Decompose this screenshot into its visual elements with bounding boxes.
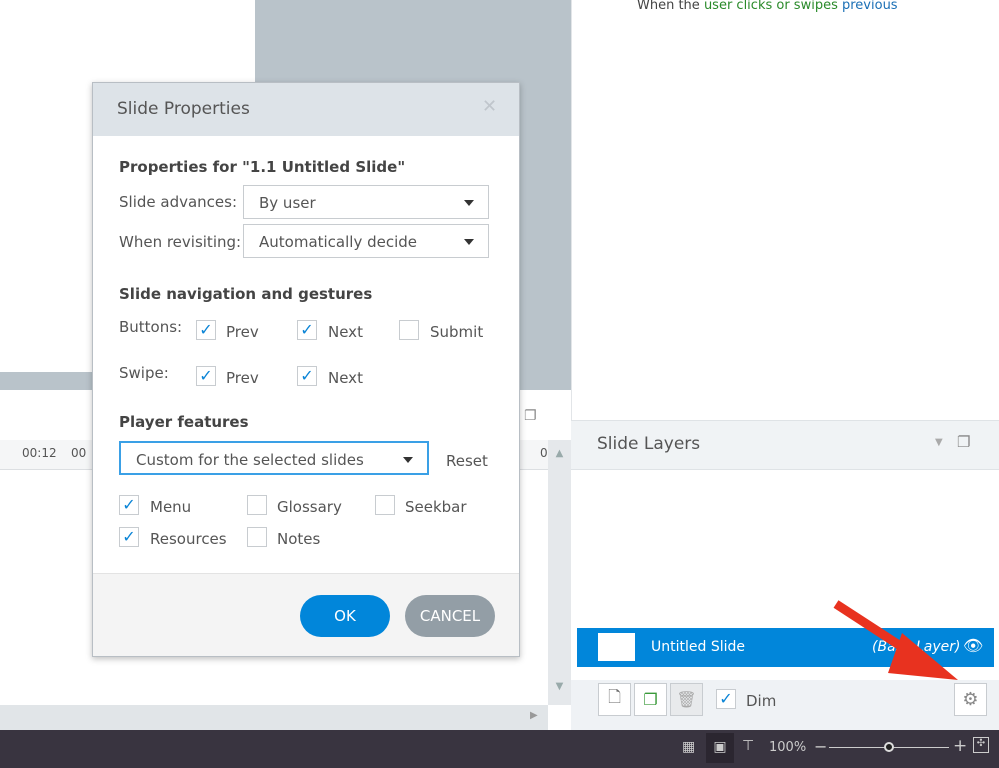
status-bar: ▦ ▣ ⊤ 100% − + ✣ (0, 730, 999, 768)
player-features-heading: Player features (119, 413, 249, 431)
resources-checkbox[interactable]: ✓ (119, 527, 139, 547)
swipe-prev-label: Prev (226, 369, 259, 387)
close-icon[interactable]: ✕ (482, 96, 497, 117)
dropdown-arrow-icon (464, 200, 474, 206)
triggers-panel (571, 0, 999, 420)
buttons-label: Buttons: (119, 318, 183, 336)
dropdown-arrow-icon (403, 457, 413, 463)
slide-advances-label: Slide advances: (119, 193, 238, 211)
dialog-title: Slide Properties (117, 99, 250, 119)
new-page-icon: 🗋 (608, 687, 621, 706)
reset-link[interactable]: Reset (446, 452, 488, 470)
duplicate-icon: ❐ (643, 690, 658, 709)
gear-icon: ⚙ (962, 689, 979, 710)
zoom-slider-thumb[interactable] (884, 742, 894, 752)
resources-label: Resources (150, 530, 227, 548)
slide-properties-dialog: Slide Properties ✕ Properties for "1.1 U… (92, 82, 520, 657)
layer-name: Untitled Slide (651, 639, 745, 655)
tick-label: 0 (540, 446, 548, 460)
eye-icon[interactable]: 👁 (963, 636, 983, 655)
buttons-next-label: Next (328, 323, 363, 341)
annotation-arrow-icon (833, 600, 958, 680)
navigation-heading: Slide navigation and gestures (119, 285, 373, 303)
slide-advances-select[interactable]: By user (243, 185, 489, 219)
buttons-next-checkbox[interactable]: ✓ (297, 320, 317, 340)
trash-icon: 🗑 (676, 690, 697, 709)
buttons-prev-checkbox[interactable]: ✓ (196, 320, 216, 340)
layer-thumbnail (598, 633, 635, 661)
player-features-select[interactable]: Custom for the selected slides (119, 441, 429, 475)
zoom-in-button[interactable]: + (953, 736, 967, 756)
glossary-checkbox[interactable] (247, 495, 267, 515)
restore-panel-icon[interactable]: ❐ (957, 433, 970, 451)
buttons-prev-label: Prev (226, 323, 259, 341)
swipe-label: Swipe: (119, 364, 169, 382)
delete-layer-button[interactable]: 🗑 (670, 683, 703, 716)
trigger-description[interactable]: When the user clicks or swipes previous (637, 0, 898, 13)
dialog-footer: OK CANCEL (93, 573, 519, 656)
zoom-level: 100% (769, 740, 807, 755)
when-revisiting-select[interactable]: Automatically decide (243, 224, 489, 258)
properties-for-heading: Properties for "1.1 Untitled Slide" (119, 158, 406, 176)
normal-view-icon[interactable]: ▣ (706, 733, 734, 763)
swipe-prev-checkbox[interactable]: ✓ (196, 366, 216, 386)
tick-label: 00:12 (22, 446, 57, 460)
new-layer-button[interactable]: 🗋 (598, 683, 631, 716)
seekbar-checkbox[interactable] (375, 495, 395, 515)
grid-view-icon[interactable]: ▦ (682, 739, 695, 755)
swipe-next-label: Next (328, 369, 363, 387)
zoom-out-button[interactable]: − (814, 737, 827, 756)
collapse-icon[interactable]: ▼ (935, 437, 943, 448)
seekbar-label: Seekbar (405, 498, 467, 516)
menu-checkbox[interactable]: ✓ (119, 495, 139, 515)
menu-label: Menu (150, 498, 192, 516)
duplicate-layer-button[interactable]: ❐ (634, 683, 667, 716)
slide-layers-title: Slide Layers (597, 434, 701, 454)
dim-checkbox[interactable]: ✓ (716, 689, 736, 709)
cancel-button[interactable]: CANCEL (405, 595, 495, 637)
buttons-submit-label: Submit (430, 323, 484, 341)
swipe-next-checkbox[interactable]: ✓ (297, 366, 317, 386)
notes-label: Notes (277, 530, 321, 548)
fit-to-window-icon[interactable]: ✣ (973, 737, 989, 753)
presenter-view-icon[interactable]: ⊤ (742, 738, 754, 754)
timeline-horizontal-scrollbar[interactable]: ▶ (0, 705, 548, 730)
ok-button[interactable]: OK (300, 595, 390, 637)
timeline-vertical-scrollbar[interactable]: ▲ ▼ (548, 440, 571, 705)
dim-label: Dim (746, 692, 777, 710)
restore-panel-icon[interactable]: ❐ (524, 408, 537, 424)
glossary-label: Glossary (277, 498, 342, 516)
notes-checkbox[interactable] (247, 527, 267, 547)
tick-label: 00 (71, 446, 87, 460)
buttons-submit-checkbox[interactable] (399, 320, 419, 340)
dropdown-arrow-icon (464, 239, 474, 245)
when-revisiting-label: When revisiting: (119, 233, 242, 251)
dialog-header: Slide Properties ✕ (93, 83, 519, 136)
